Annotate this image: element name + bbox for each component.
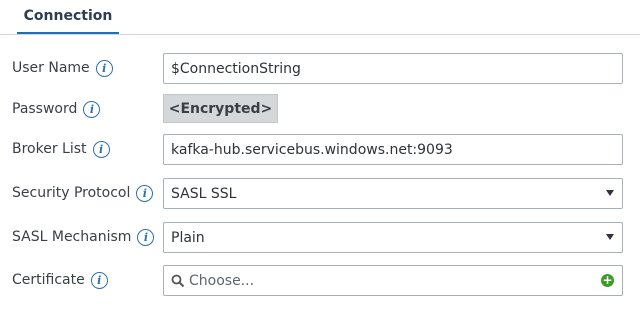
info-icon[interactable]: i [137, 228, 155, 246]
certificate-placeholder: Choose... [189, 272, 255, 289]
password-label: Password [12, 101, 78, 117]
certificate-chooser[interactable]: Choose... + [163, 265, 623, 296]
user-name-input[interactable]: $ConnectionString [163, 53, 623, 84]
info-icon[interactable]: i [83, 100, 101, 118]
user-name-value: $ConnectionString [171, 60, 301, 77]
security-protocol-select[interactable]: SASL SSL [163, 178, 623, 209]
user-name-label: User Name [12, 60, 90, 76]
broker-list-input[interactable]: kafka-hub.servicebus.windows.net:9093 [163, 134, 623, 165]
security-protocol-row: Security Protocol i SASL SSL [0, 173, 640, 213]
password-value: <Encrypted> [168, 100, 273, 117]
info-icon[interactable]: i [136, 184, 154, 202]
security-protocol-label: Security Protocol [12, 185, 131, 201]
sasl-mechanism-label-group: SASL Mechanism i [12, 217, 155, 257]
tab-bar: Connection [0, 0, 640, 36]
user-name-row: User Name i $ConnectionString [0, 48, 640, 88]
sasl-mechanism-select[interactable]: Plain [163, 222, 623, 253]
certificate-label: Certificate [12, 272, 85, 288]
info-icon[interactable]: i [95, 59, 113, 77]
user-name-label-group: User Name i [12, 48, 113, 88]
info-icon[interactable]: i [92, 140, 110, 158]
password-row: Password i <Encrypted> [0, 89, 640, 129]
add-icon[interactable]: + [601, 274, 614, 287]
password-encrypted-button[interactable]: <Encrypted> [163, 94, 278, 123]
sasl-mechanism-row: SASL Mechanism i Plain [0, 217, 640, 257]
search-icon [171, 274, 185, 287]
tab-connection[interactable]: Connection [17, 0, 119, 36]
broker-list-value: kafka-hub.servicebus.windows.net:9093 [171, 141, 453, 158]
sasl-mechanism-label: SASL Mechanism [12, 229, 132, 245]
sasl-mechanism-value: Plain [171, 229, 205, 246]
tab-connection-label: Connection [23, 8, 113, 24]
caret-down-icon [606, 234, 614, 240]
security-protocol-value: SASL SSL [171, 185, 237, 202]
broker-list-label-group: Broker List i [12, 129, 110, 169]
broker-list-row: Broker List i kafka-hub.servicebus.windo… [0, 129, 640, 169]
info-icon[interactable]: i [90, 271, 108, 289]
password-label-group: Password i [12, 89, 101, 129]
tab-bar-divider [0, 34, 640, 35]
security-protocol-label-group: Security Protocol i [12, 173, 154, 213]
caret-down-icon [606, 190, 614, 196]
certificate-label-group: Certificate i [12, 260, 108, 300]
certificate-row: Certificate i Choose... + [0, 260, 640, 300]
broker-list-label: Broker List [12, 141, 87, 157]
